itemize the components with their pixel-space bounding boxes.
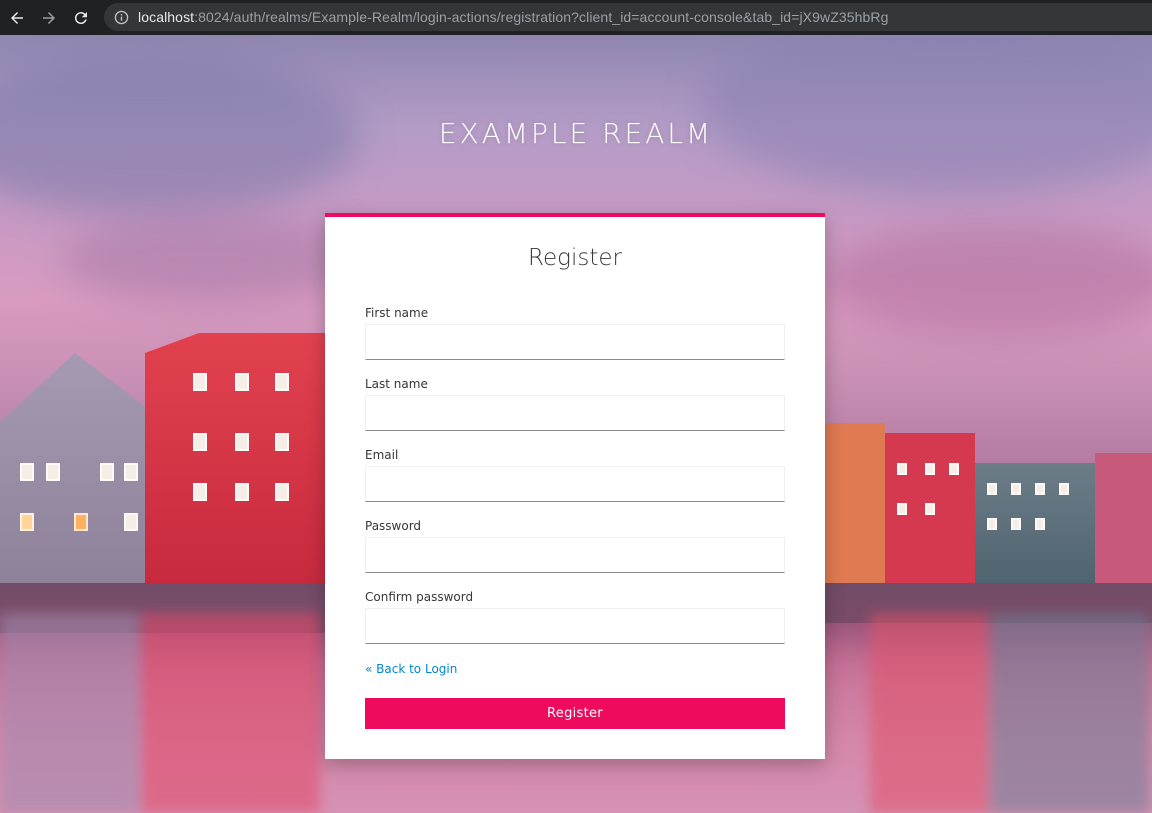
form-title: Register bbox=[528, 245, 622, 271]
page-background: EXAMPLE REALM Register First name Last n… bbox=[0, 35, 1152, 813]
cloud bbox=[700, 35, 1152, 195]
cloud bbox=[60, 215, 360, 305]
building-orange bbox=[825, 423, 885, 583]
arrow-left-icon bbox=[11, 11, 23, 24]
cloud bbox=[820, 225, 1152, 335]
reflection bbox=[870, 613, 990, 813]
back-button[interactable] bbox=[1, 2, 33, 34]
building-teal bbox=[975, 463, 1095, 583]
confirm-password-label: Confirm password bbox=[365, 590, 474, 604]
last-name-label: Last name bbox=[365, 377, 428, 391]
url-host: localhost bbox=[138, 9, 195, 25]
register-button[interactable]: Register bbox=[365, 698, 785, 729]
url-path: :8024/auth/realms/Example-Realm/login-ac… bbox=[194, 9, 889, 25]
forward-button[interactable] bbox=[33, 2, 65, 34]
building-red bbox=[145, 333, 325, 583]
building-red-right bbox=[885, 433, 975, 583]
realm-title: EXAMPLE REALM bbox=[438, 117, 714, 150]
email-group: Email bbox=[365, 447, 785, 502]
url-text[interactable]: localhost:8024/auth/realms/Example-Realm… bbox=[138, 9, 889, 25]
register-card: Register First name Last name Email Pass… bbox=[325, 213, 825, 759]
arrow-right-icon bbox=[43, 11, 55, 24]
confirm-password-input[interactable] bbox=[365, 608, 785, 644]
reflection bbox=[0, 613, 140, 813]
building-pink-right bbox=[1095, 453, 1152, 583]
browser-toolbar: localhost:8024/auth/realms/Example-Realm… bbox=[0, 0, 1152, 35]
reflection bbox=[990, 613, 1150, 813]
info-icon[interactable] bbox=[114, 10, 129, 25]
reload-icon bbox=[74, 11, 87, 24]
password-input[interactable] bbox=[365, 537, 785, 573]
email-label: Email bbox=[365, 448, 399, 462]
building-grey bbox=[0, 353, 150, 583]
first-name-input[interactable] bbox=[365, 324, 785, 360]
first-name-group: First name bbox=[365, 305, 785, 360]
reflection bbox=[140, 613, 320, 813]
reload-button[interactable] bbox=[65, 2, 97, 34]
password-label: Password bbox=[365, 519, 422, 533]
confirm-password-group: Confirm password bbox=[365, 589, 785, 644]
password-group: Password bbox=[365, 518, 785, 573]
last-name-group: Last name bbox=[365, 376, 785, 431]
address-bar[interactable]: localhost:8024/auth/realms/Example-Realm… bbox=[104, 3, 1152, 31]
email-input[interactable] bbox=[365, 466, 785, 502]
last-name-input[interactable] bbox=[365, 395, 785, 431]
first-name-label: First name bbox=[365, 306, 429, 320]
back-to-login-link[interactable]: « Back to Login bbox=[365, 662, 457, 676]
